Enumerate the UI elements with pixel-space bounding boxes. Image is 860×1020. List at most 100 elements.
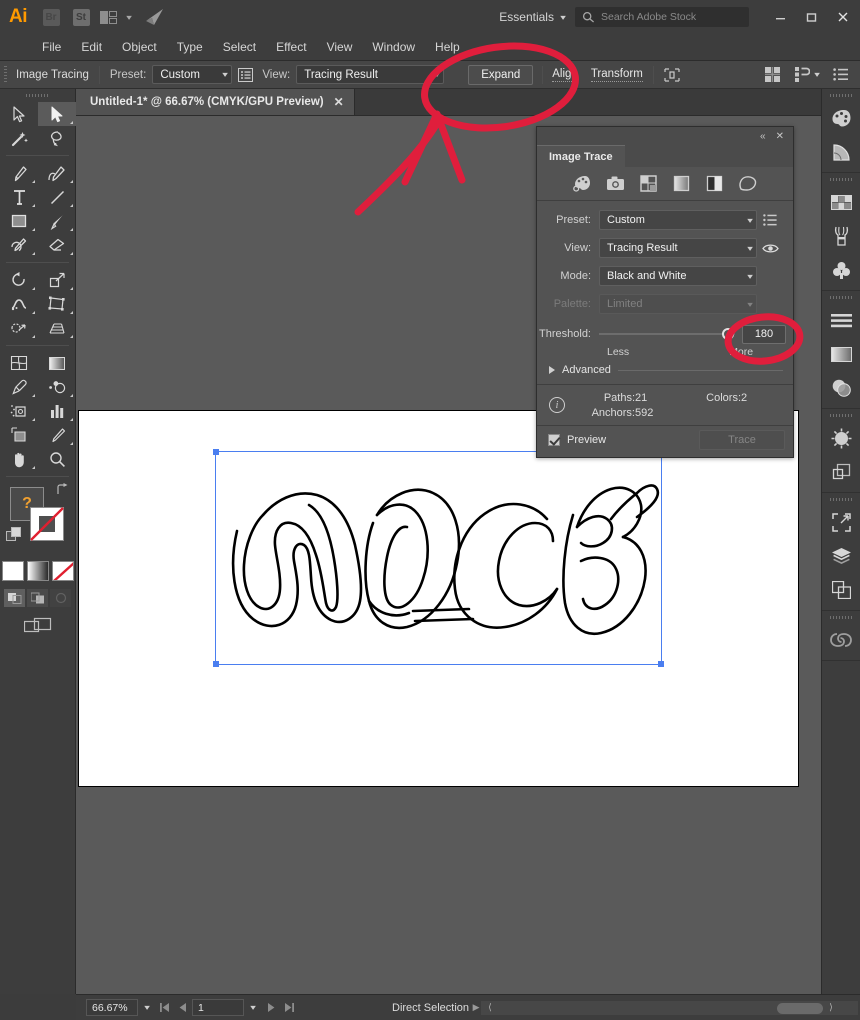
artboard-number-input[interactable]: 1 bbox=[192, 999, 244, 1016]
artboard-dropdown-button[interactable]: ▾ bbox=[244, 999, 262, 1017]
rectangle-tool[interactable] bbox=[0, 209, 38, 233]
mesh-tool[interactable] bbox=[0, 351, 38, 375]
none-swatch-button[interactable] bbox=[52, 561, 74, 581]
artboard[interactable] bbox=[78, 410, 799, 787]
stock-search-input[interactable]: Search Adobe Stock bbox=[575, 7, 749, 27]
dock-group-grip[interactable] bbox=[822, 611, 860, 623]
zoom-tool[interactable] bbox=[38, 447, 76, 471]
next-artboard-button[interactable] bbox=[262, 999, 280, 1017]
swap-fill-stroke-icon[interactable] bbox=[56, 483, 69, 499]
menu-item-help[interactable]: Help bbox=[425, 34, 470, 61]
image-trace-panel-icon[interactable] bbox=[232, 68, 258, 82]
selection-tool[interactable] bbox=[0, 102, 38, 126]
dock-group-grip[interactable] bbox=[822, 173, 860, 185]
type-tool[interactable] bbox=[0, 185, 38, 209]
line-segment-tool[interactable] bbox=[38, 185, 76, 209]
align-button[interactable]: Align bbox=[552, 68, 578, 82]
close-button[interactable] bbox=[827, 6, 858, 28]
slider-knob[interactable] bbox=[722, 328, 734, 340]
color-swatch-button[interactable] bbox=[2, 561, 24, 581]
document-tab[interactable]: Untitled-1* @ 66.67% (CMYK/GPU Preview) … bbox=[76, 89, 355, 115]
tab-image-trace[interactable]: Image Trace bbox=[537, 145, 625, 167]
transform-button[interactable]: Transform bbox=[591, 68, 643, 82]
threshold-value-input[interactable]: 180 bbox=[742, 325, 786, 344]
rotate-tool[interactable] bbox=[0, 268, 38, 292]
artboards-panel-icon[interactable] bbox=[822, 505, 860, 539]
default-fill-stroke-icon[interactable] bbox=[6, 527, 22, 548]
scroll-right-arrow-icon[interactable]: ⟩ bbox=[824, 1001, 838, 1015]
gradient-tool[interactable] bbox=[38, 351, 76, 375]
chevron-down-icon[interactable]: ▾ bbox=[120, 0, 138, 34]
scroll-left-arrow-icon[interactable]: ⟨ bbox=[483, 1001, 497, 1015]
mode-dropdown[interactable]: Black and White ▾ bbox=[599, 266, 757, 286]
panel-menu-icon[interactable] bbox=[833, 68, 848, 81]
first-artboard-button[interactable] bbox=[156, 999, 174, 1017]
eyedropper-tool[interactable] bbox=[0, 375, 38, 399]
status-text[interactable]: Direct Selection bbox=[392, 1002, 469, 1014]
threshold-slider[interactable] bbox=[599, 324, 735, 344]
gradient-swatch-button[interactable] bbox=[27, 561, 49, 581]
menu-item-edit[interactable]: Edit bbox=[71, 34, 112, 61]
dock-group-grip[interactable] bbox=[822, 409, 860, 421]
black-and-white-icon[interactable] bbox=[704, 173, 726, 195]
direct-selection-tool[interactable] bbox=[38, 102, 76, 126]
magic-wand-tool[interactable] bbox=[0, 126, 38, 150]
color-panel-icon[interactable] bbox=[822, 101, 860, 135]
close-icon[interactable]: ✕ bbox=[776, 131, 784, 142]
color-guide-panel-icon[interactable] bbox=[822, 135, 860, 169]
menu-item-type[interactable]: Type bbox=[167, 34, 213, 61]
transparency-panel-icon[interactable] bbox=[822, 371, 860, 405]
maximize-button[interactable] bbox=[796, 6, 827, 28]
advanced-section-toggle[interactable]: Advanced bbox=[537, 358, 793, 376]
high-color-icon[interactable] bbox=[605, 173, 627, 195]
close-icon[interactable]: ✕ bbox=[334, 95, 344, 109]
stock-icon[interactable]: St bbox=[66, 0, 96, 34]
low-color-icon[interactable] bbox=[638, 173, 660, 195]
workspace-switcher[interactable]: Essentials ▾ bbox=[489, 5, 575, 29]
dock-group-grip[interactable] bbox=[822, 89, 860, 101]
curvature-tool[interactable] bbox=[38, 161, 76, 185]
lasso-tool[interactable] bbox=[38, 126, 76, 150]
graphic-styles-panel-icon[interactable] bbox=[822, 455, 860, 489]
gradient-panel-icon[interactable] bbox=[822, 337, 860, 371]
scale-tool[interactable] bbox=[38, 268, 76, 292]
selection-bounding-box[interactable] bbox=[215, 451, 662, 665]
column-graph-tool[interactable] bbox=[38, 399, 76, 423]
arrange-documents-icon[interactable] bbox=[765, 67, 781, 83]
eye-icon[interactable] bbox=[757, 243, 783, 254]
draw-behind-button[interactable] bbox=[27, 589, 48, 607]
arrange-documents-icon[interactable] bbox=[96, 0, 120, 34]
preset-dropdown[interactable]: Custom ▾ bbox=[599, 210, 757, 230]
symbol-sprayer-tool[interactable] bbox=[0, 399, 38, 423]
width-tool[interactable] bbox=[0, 292, 38, 316]
shaper-tool[interactable] bbox=[0, 233, 38, 257]
shape-builder-tool[interactable] bbox=[0, 316, 38, 340]
control-bar-grip[interactable] bbox=[0, 61, 10, 89]
dock-group-grip[interactable] bbox=[822, 291, 860, 303]
dock-group-grip[interactable] bbox=[822, 493, 860, 505]
symbols-panel-icon[interactable] bbox=[822, 253, 860, 287]
menu-item-effect[interactable]: Effect bbox=[266, 34, 316, 61]
pen-tool[interactable] bbox=[0, 161, 38, 185]
layers-panel-icon[interactable] bbox=[822, 539, 860, 573]
stroke-swatch[interactable] bbox=[30, 507, 64, 541]
hand-tool[interactable] bbox=[0, 447, 38, 471]
free-transform-tool[interactable] bbox=[38, 292, 76, 316]
scrollbar-thumb[interactable] bbox=[777, 1003, 823, 1014]
view-dropdown[interactable]: Tracing Result ▾ bbox=[296, 65, 444, 84]
isolate-selected-object-icon[interactable] bbox=[664, 68, 680, 82]
zoom-dropdown-button[interactable]: ▾ bbox=[138, 999, 156, 1017]
blend-tool[interactable] bbox=[38, 375, 76, 399]
image-trace-panel[interactable]: « ✕ Image Trace bbox=[536, 126, 794, 458]
collapse-icon[interactable]: « bbox=[760, 131, 766, 142]
draw-inside-button[interactable] bbox=[50, 589, 71, 607]
scroll-right-arrow-icon[interactable]: ▶ bbox=[469, 1001, 483, 1015]
preset-dropdown[interactable]: Custom ▾ bbox=[152, 65, 232, 84]
grayscale-icon[interactable] bbox=[671, 173, 693, 195]
bridge-icon[interactable]: Br bbox=[36, 0, 66, 34]
appearance-panel-icon[interactable] bbox=[822, 421, 860, 455]
zoom-level-input[interactable]: 66.67% bbox=[86, 999, 138, 1016]
outline-icon[interactable] bbox=[737, 173, 759, 195]
change-screen-mode-button[interactable] bbox=[0, 617, 75, 633]
menu-item-view[interactable]: View bbox=[317, 34, 363, 61]
